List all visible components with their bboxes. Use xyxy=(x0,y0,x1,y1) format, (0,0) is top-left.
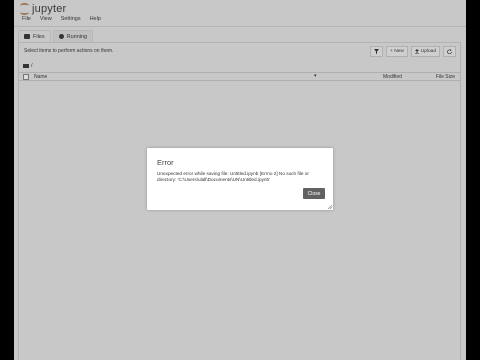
file-list-header: Name ▾ Modified File Size xyxy=(19,72,460,81)
menu-bar: File View Settings Help xyxy=(14,14,466,25)
logo-text: jupyter xyxy=(32,2,67,15)
home-folder-icon[interactable] xyxy=(23,64,29,68)
menu-view[interactable]: View xyxy=(40,14,52,25)
upload-button[interactable]: Upload xyxy=(410,46,440,57)
menu-file[interactable]: File xyxy=(22,14,31,25)
selection-hint: Select items to perform actions on them. xyxy=(24,48,114,54)
upload-button-label: Upload xyxy=(420,49,436,54)
dialog-message: Unexpected error while saving file: Unti… xyxy=(157,171,309,182)
error-dialog: Error Unexpected error while saving file… xyxy=(147,148,333,210)
dialog-title: Error xyxy=(157,158,174,167)
upload-icon xyxy=(414,49,419,54)
filter-button[interactable] xyxy=(370,46,384,57)
new-button[interactable]: + New xyxy=(386,46,408,57)
menu-divider xyxy=(14,26,466,27)
close-button[interactable]: Close xyxy=(303,188,325,199)
breadcrumb: / xyxy=(23,63,33,69)
folder-icon xyxy=(24,34,30,39)
tab-files[interactable]: Files xyxy=(18,30,51,42)
column-file-size[interactable]: File Size xyxy=(436,74,455,80)
filter-icon xyxy=(374,49,380,54)
new-button-label: + New xyxy=(390,49,404,54)
tab-bar: Files Running xyxy=(18,30,94,42)
menu-settings[interactable]: Settings xyxy=(61,14,81,25)
tab-files-label: Files xyxy=(33,33,45,40)
tab-running-label: Running xyxy=(66,33,88,40)
file-toolbar: Select items to perform actions on them.… xyxy=(19,43,460,59)
column-name[interactable]: Name xyxy=(34,74,47,80)
breadcrumb-path[interactable]: / xyxy=(31,63,33,69)
stop-icon xyxy=(58,34,64,39)
refresh-icon xyxy=(447,49,452,54)
browser-frame: jupyter File View Settings Help Files Ru… xyxy=(14,0,466,360)
menu-help[interactable]: Help xyxy=(90,14,101,25)
refresh-button[interactable] xyxy=(443,46,456,57)
toolbar-buttons: + New Upload xyxy=(370,46,456,57)
sort-down-icon[interactable]: ▾ xyxy=(314,73,317,79)
column-modified[interactable]: Modified xyxy=(383,74,402,80)
tab-running[interactable]: Running xyxy=(52,30,94,42)
resize-handle-icon[interactable] xyxy=(327,204,332,209)
select-all-checkbox[interactable] xyxy=(23,74,29,80)
